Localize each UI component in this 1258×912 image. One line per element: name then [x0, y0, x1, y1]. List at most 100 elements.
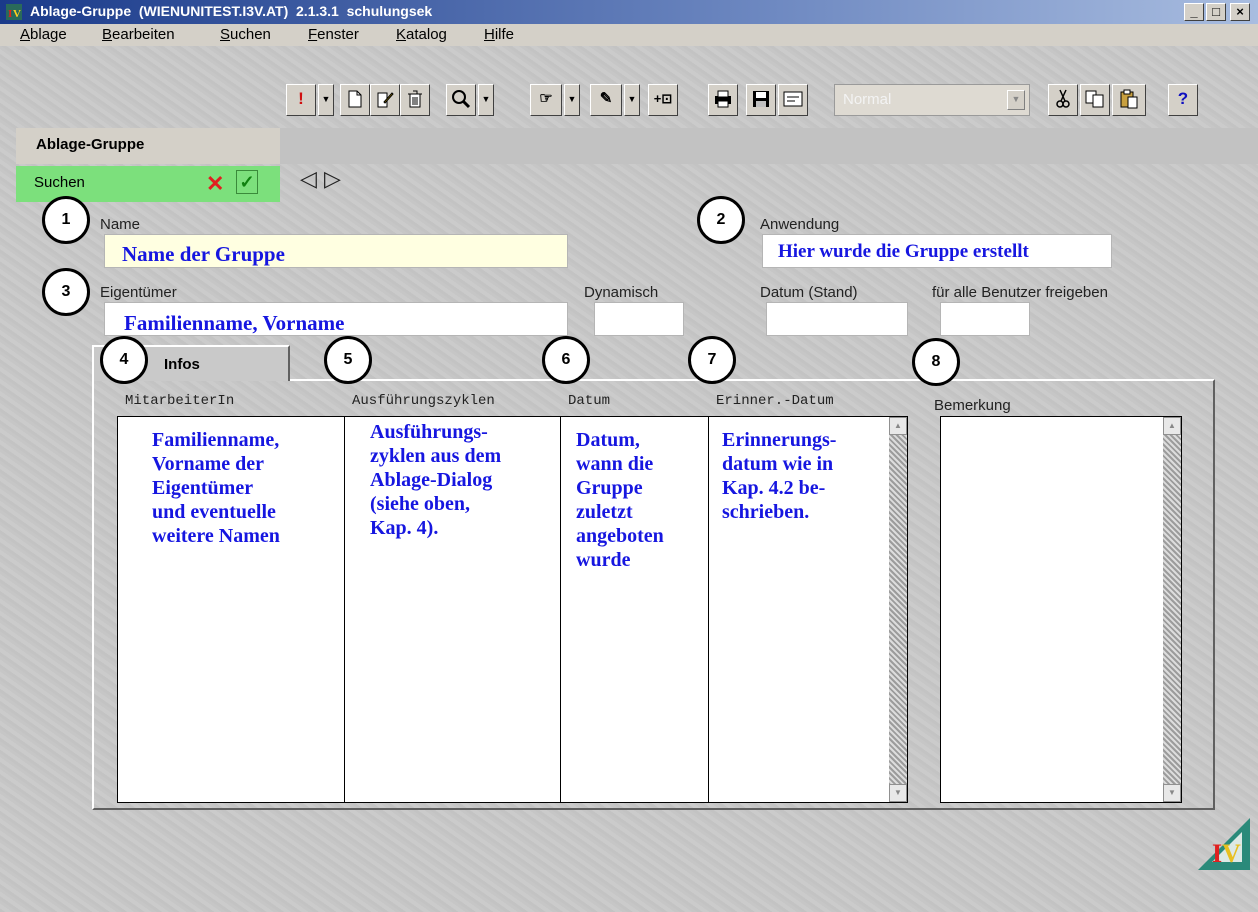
- column-header-datum: Datum: [568, 393, 611, 409]
- menu-bar: Ablage Bearbeiten Suchen Fenster Katalog…: [0, 24, 1258, 46]
- note-line: Familienname,: [152, 429, 280, 451]
- svg-text:I: I: [1212, 839, 1222, 868]
- note-line: Erinnerungs-: [722, 429, 837, 451]
- menu-hilfe-key: H: [484, 26, 495, 43]
- new-document-icon[interactable]: [340, 84, 370, 116]
- bemerkung-scroll-down-icon[interactable]: ▼: [1163, 784, 1181, 802]
- freigeben-field[interactable]: [940, 302, 1030, 336]
- priority-dropdown-icon[interactable]: ▼: [318, 84, 334, 116]
- zoom-plus-icon[interactable]: +⊡: [648, 84, 678, 116]
- bemerkung-scroll-up-icon[interactable]: ▲: [1163, 417, 1181, 435]
- note-line: Eigentümer: [152, 477, 254, 499]
- menu-katalog[interactable]: Katalog: [396, 26, 447, 43]
- note-line: angeboten: [576, 525, 664, 547]
- style-select-dropdown-icon[interactable]: ▼: [1007, 90, 1025, 110]
- menu-bearbeiten-rest: earbeiten: [112, 26, 175, 43]
- note-line: zyklen aus dem: [370, 445, 502, 467]
- eigentuemer-label: Eigentümer: [100, 284, 177, 301]
- menu-hilfe-rest: ilfe: [494, 26, 515, 43]
- note-line: Kap. 4).: [370, 517, 439, 539]
- note-line: weitere Namen: [152, 525, 280, 547]
- cancel-x-icon[interactable]: ✕: [206, 171, 224, 197]
- close-button[interactable]: ×: [1230, 3, 1250, 21]
- cut-icon[interactable]: [1048, 84, 1078, 116]
- title-bar: I V Ablage-Gruppe (WIENUNITEST.I3V.AT) 2…: [0, 0, 1258, 24]
- pointing-hand-icon[interactable]: ☞: [530, 84, 562, 116]
- dialog-title-strip: [280, 128, 1258, 164]
- note-line: Kap. 4.2 be-: [722, 477, 826, 499]
- style-select[interactable]: Normal ▼: [834, 84, 1030, 116]
- pin-icon[interactable]: ✎: [590, 84, 622, 116]
- print-icon[interactable]: [708, 84, 738, 116]
- marker-1: 1: [42, 196, 90, 244]
- iv-logo-icon: I V: [1198, 818, 1250, 870]
- menu-bearbeiten-key: B: [102, 26, 113, 43]
- pointing-hand-dropdown-icon[interactable]: ▼: [564, 84, 580, 116]
- menu-ablage-key: A: [20, 26, 31, 43]
- menu-fenster[interactable]: Fenster: [308, 26, 359, 43]
- menu-ablage[interactable]: Ablage: [20, 26, 67, 43]
- new-document-glyph-icon: [348, 90, 362, 108]
- list-scrollbar[interactable]: [889, 417, 907, 802]
- edit-document-icon[interactable]: [370, 84, 400, 116]
- maximize-button[interactable]: □: [1206, 3, 1226, 21]
- name-label: Name: [100, 216, 141, 233]
- scissors-glyph-icon: [1056, 89, 1070, 108]
- save-icon[interactable]: [746, 84, 776, 116]
- note-line: Gruppe: [576, 477, 643, 499]
- menu-suchen-key: S: [220, 26, 231, 43]
- eigentuemer-note: Familienname, Vorname: [124, 311, 345, 335]
- previous-arrow-icon[interactable]: ◁: [300, 166, 317, 192]
- delete-trash-icon[interactable]: [400, 84, 430, 116]
- menu-fenster-key: F: [308, 26, 318, 43]
- svg-text:V: V: [1222, 839, 1241, 868]
- tab-infos-label: Infos: [164, 356, 200, 373]
- menu-fenster-rest: enster: [317, 26, 359, 43]
- pin-dropdown-icon[interactable]: ▼: [624, 84, 640, 116]
- menu-katalog-rest: atalog: [406, 26, 447, 43]
- anwendung-note: Hier wurde die Gruppe erstellt: [778, 241, 1029, 262]
- app-logo-icon: I V: [6, 4, 22, 20]
- minimize-button[interactable]: _: [1184, 3, 1204, 21]
- search-icon[interactable]: [446, 84, 476, 116]
- note-line: Vorname der: [152, 453, 265, 475]
- note-datum: Datum, wann die Gruppe zuletzt angeboten…: [576, 428, 706, 572]
- note-line: schrieben.: [722, 501, 810, 523]
- style-select-value: Normal: [843, 91, 892, 108]
- paste-icon[interactable]: [1112, 84, 1146, 116]
- copy-icon[interactable]: [1080, 84, 1110, 116]
- note-line: Ablage-Dialog: [370, 469, 493, 491]
- dialog-title: Ablage-Gruppe: [16, 128, 280, 164]
- dynamisch-field[interactable]: [594, 302, 684, 336]
- magnifier-glyph-icon: [452, 90, 471, 109]
- menu-hilfe[interactable]: Hilfe: [484, 26, 514, 43]
- confirm-check-icon[interactable]: ✓: [236, 170, 258, 194]
- menu-suchen[interactable]: Suchen: [220, 26, 271, 43]
- bemerkung-scrollbar[interactable]: [1163, 417, 1181, 802]
- note-line: und eventuelle: [152, 501, 276, 523]
- search-dropdown-icon[interactable]: ▼: [478, 84, 494, 116]
- help-icon[interactable]: ?: [1168, 84, 1198, 116]
- marker-8: 8: [912, 338, 960, 386]
- column-header-mitarbeiter: MitarbeiterIn: [125, 393, 235, 409]
- note-line: wurde: [576, 549, 631, 571]
- marker-4: 4: [100, 336, 148, 384]
- marker-5: 5: [324, 336, 372, 384]
- next-arrow-icon[interactable]: ▷: [324, 166, 341, 192]
- marker-7: 7: [688, 336, 736, 384]
- datum-stand-field[interactable]: [766, 302, 908, 336]
- priority-icon[interactable]: !: [286, 84, 316, 116]
- properties-icon[interactable]: [778, 84, 808, 116]
- marker-6: 6: [542, 336, 590, 384]
- note-mitarbeiter: Familienname, Vorname der Eigentümer und…: [152, 428, 342, 548]
- list-scroll-up-icon[interactable]: ▲: [889, 417, 907, 435]
- note-line: datum wie in: [722, 453, 834, 475]
- menu-bearbeiten[interactable]: Bearbeiten: [102, 26, 175, 43]
- search-mode-bar: Suchen ✕ ✓: [16, 166, 280, 202]
- svg-text:V: V: [13, 8, 21, 20]
- list-scroll-down-icon[interactable]: ▼: [889, 784, 907, 802]
- copy-glyph-icon: [1085, 90, 1104, 108]
- search-mode-label: Suchen: [34, 174, 85, 191]
- note-line: (siehe oben,: [370, 493, 470, 515]
- bemerkung-textarea[interactable]: [940, 416, 1182, 803]
